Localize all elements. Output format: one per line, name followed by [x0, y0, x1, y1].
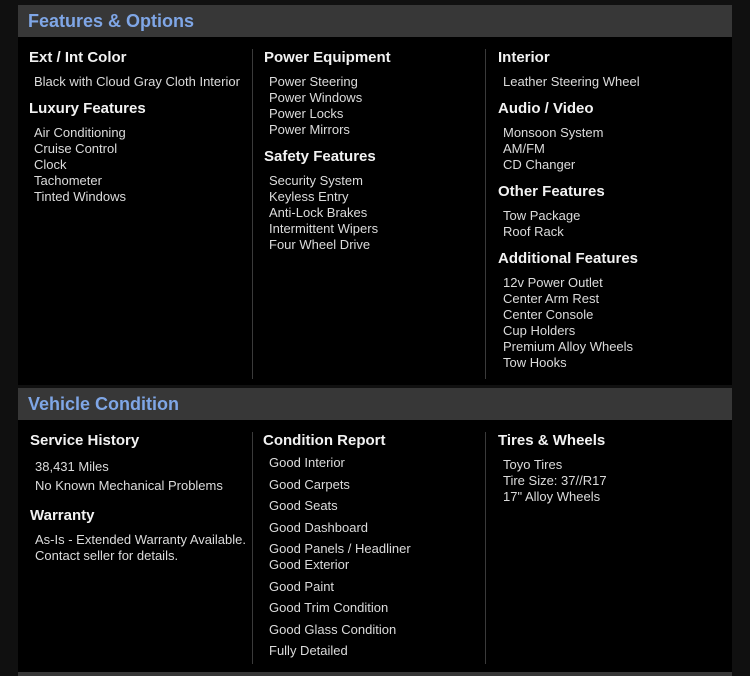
feature-item: Power Steering	[269, 74, 358, 89]
condition-column-2: Condition Report Good Interior Good Carp…	[263, 432, 411, 659]
vehicle-condition-body: Service History 38,431 Miles No Known Me…	[18, 420, 732, 672]
vehicle-condition-section: Vehicle Condition Service History 38,431…	[18, 388, 732, 672]
condition-item: Good Paint	[269, 578, 335, 594]
feature-list: Tow Package Roof Rack	[498, 208, 640, 240]
feature-group-heading: Additional Features	[498, 250, 639, 267]
features-options-section: Features & Options Ext / Int Color Black…	[18, 5, 732, 385]
condition-item: Good Trim Condition	[269, 600, 389, 615]
feature-group: Power Equipment Power Steering Power Win…	[264, 49, 391, 138]
warranty-list: As-Is - Extended Warranty Available. Con…	[30, 532, 246, 564]
condition-item: Good Carpets	[269, 476, 350, 492]
next-section-header-edge	[18, 672, 732, 676]
tires-wheels-list: Toyo Tires Tire Size: 37//R17 17" Alloy …	[498, 457, 607, 505]
condition-report-list: Good Interior Good Carpets Good Seats Go…	[263, 455, 411, 659]
service-item: No Known Mechanical Problems	[35, 478, 223, 493]
condition-item: Good Exterior	[269, 557, 350, 572]
feature-item: Cup Holders	[503, 323, 576, 338]
service-history-group: Service History 38,431 Miles No Known Me…	[30, 432, 246, 495]
feature-group: Safety Features Security System Keyless …	[264, 148, 391, 253]
condition-item: Good Seats	[269, 498, 338, 513]
feature-item: Anti-Lock Brakes	[269, 205, 368, 220]
feature-item: Roof Rack	[503, 224, 564, 239]
feature-list: Security System Keyless Entry Anti-Lock …	[264, 173, 391, 253]
feature-list: Air Conditioning Cruise Control Clock Ta…	[29, 125, 240, 205]
tire-item: 17" Alloy Wheels	[503, 489, 601, 504]
feature-item: Black with Cloud Gray Cloth Interior	[34, 74, 240, 89]
feature-list: Power Steering Power Windows Power Locks…	[264, 74, 391, 138]
feature-group-heading: Audio / Video	[498, 100, 594, 117]
condition-item: Fully Detailed	[269, 643, 348, 658]
feature-group-heading: Safety Features	[264, 148, 376, 165]
feature-item: Tow Hooks	[503, 355, 567, 370]
feature-item: Power Locks	[269, 106, 344, 121]
vehicle-condition-title: Vehicle Condition	[18, 388, 732, 420]
feature-item: CD Changer	[503, 157, 576, 172]
service-item: 38,431 Miles	[35, 459, 109, 474]
tire-item: Tire Size: 37//R17	[503, 473, 607, 488]
feature-group-heading: Other Features	[498, 183, 605, 200]
column-divider	[485, 432, 486, 664]
feature-list: Black with Cloud Gray Cloth Interior	[29, 74, 240, 90]
feature-group: Additional Features 12v Power Outlet Cen…	[498, 250, 640, 371]
condition-item: Good Panels / Headliner	[269, 541, 411, 556]
service-history-list: 38,431 Miles No Known Mechanical Problem…	[30, 457, 246, 495]
column-divider	[485, 49, 486, 379]
feature-group: Luxury Features Air Conditioning Cruise …	[29, 100, 240, 205]
feature-group-heading: Luxury Features	[29, 100, 146, 117]
features-options-body: Ext / Int Color Black with Cloud Gray Cl…	[18, 37, 732, 385]
feature-item: Premium Alloy Wheels	[503, 339, 634, 354]
condition-item: Good Glass Condition	[269, 621, 397, 637]
feature-item: Security System	[269, 173, 363, 188]
feature-group: Other Features Tow Package Roof Rack	[498, 183, 640, 240]
feature-item: Center Console	[503, 307, 594, 322]
feature-list: Monsoon System AM/FM CD Changer	[498, 125, 640, 173]
condition-column-3: Tires & Wheels Toyo Tires Tire Size: 37/…	[498, 432, 607, 505]
feature-item: Center Arm Rest	[503, 291, 600, 306]
features-column-2: Power Equipment Power Steering Power Win…	[264, 49, 391, 263]
feature-group: Interior Leather Steering Wheel	[498, 49, 640, 90]
tire-item: Toyo Tires	[503, 457, 563, 472]
column-divider	[252, 432, 253, 664]
condition-report-heading: Condition Report	[263, 432, 386, 449]
feature-group: Ext / Int Color Black with Cloud Gray Cl…	[29, 49, 240, 90]
warranty-heading: Warranty	[30, 507, 95, 524]
tires-wheels-heading: Tires & Wheels	[498, 432, 606, 449]
warranty-group: Warranty As-Is - Extended Warranty Avail…	[30, 507, 246, 564]
feature-item: Tachometer	[34, 173, 102, 188]
feature-item: Monsoon System	[503, 125, 604, 140]
condition-item: Good Interior	[269, 455, 345, 470]
feature-group-heading: Ext / Int Color	[29, 49, 127, 66]
feature-group-heading: Power Equipment	[264, 49, 391, 66]
service-history-heading: Service History	[30, 432, 140, 449]
warranty-item: Contact seller for details.	[35, 548, 179, 563]
feature-item: Cruise Control	[34, 141, 118, 156]
feature-item: Tinted Windows	[34, 189, 126, 204]
warranty-item: As-Is - Extended Warranty Available.	[35, 532, 246, 547]
feature-list: 12v Power Outlet Center Arm Rest Center …	[498, 275, 640, 371]
feature-item: Air Conditioning	[34, 125, 126, 140]
condition-column-1: Service History 38,431 Miles No Known Me…	[30, 432, 246, 574]
condition-item: Good Dashboard	[269, 519, 369, 535]
features-column-3: Interior Leather Steering Wheel Audio / …	[498, 49, 640, 381]
feature-item: Tow Package	[503, 208, 581, 223]
feature-item: Four Wheel Drive	[269, 237, 371, 252]
feature-item: Power Windows	[269, 90, 363, 105]
features-column-1: Ext / Int Color Black with Cloud Gray Cl…	[29, 49, 240, 215]
feature-item: Leather Steering Wheel	[503, 74, 640, 89]
feature-item: Power Mirrors	[269, 122, 350, 137]
feature-item: 12v Power Outlet	[503, 275, 603, 290]
feature-item: Clock	[34, 157, 67, 172]
features-options-title: Features & Options	[18, 5, 732, 37]
feature-item: Intermittent Wipers	[269, 221, 379, 236]
feature-item: AM/FM	[503, 141, 545, 156]
feature-group: Audio / Video Monsoon System AM/FM CD Ch…	[498, 100, 640, 173]
feature-list: Leather Steering Wheel	[498, 74, 640, 90]
column-divider	[252, 49, 253, 379]
feature-group-heading: Interior	[498, 49, 550, 66]
feature-item: Keyless Entry	[269, 189, 349, 204]
